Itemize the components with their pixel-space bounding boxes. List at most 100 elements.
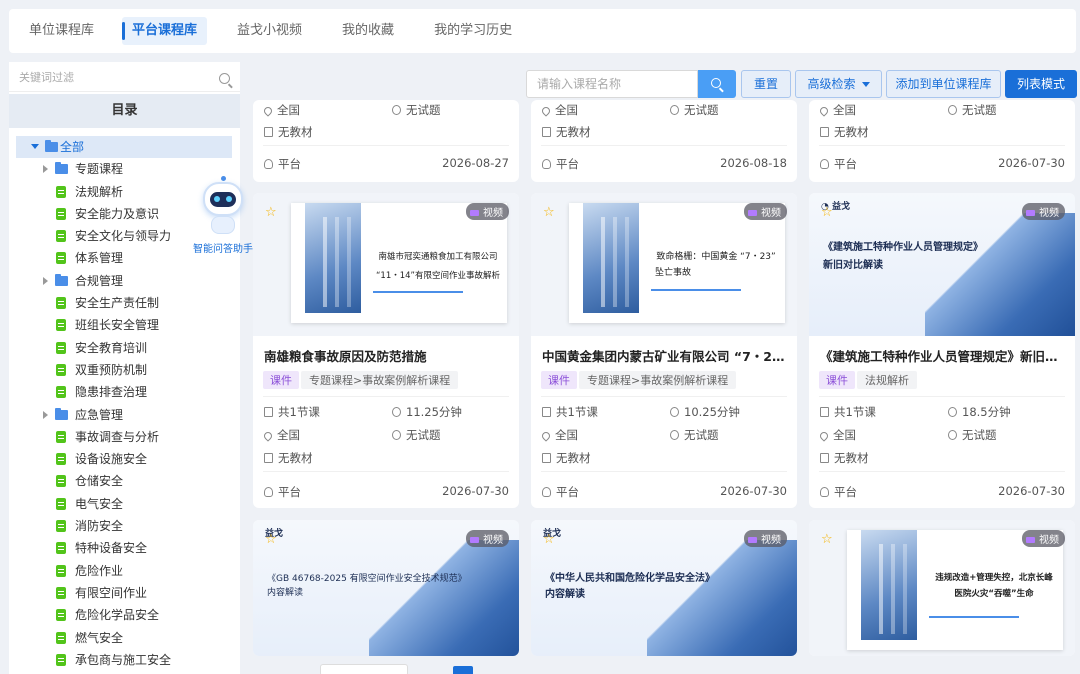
source-value: 平台 bbox=[278, 485, 301, 499]
tree-item-label: 危险化学品安全 bbox=[75, 608, 160, 623]
slide-rule bbox=[651, 289, 741, 291]
course-card[interactable]: 致命格栅：中国黄金 “7・23” 坠亡事故 ☆ 视频 中国黄金集团内蒙古矿业有限… bbox=[531, 193, 797, 508]
tab-history[interactable]: 我的学习历史 bbox=[434, 17, 512, 45]
kind-tag: 课件 bbox=[819, 371, 855, 389]
tree-item[interactable]: 电气安全 bbox=[9, 493, 240, 515]
slide-rule bbox=[373, 291, 463, 293]
course-thumbnail[interactable]: 违规改造+管理失控，北京长峰 医院火灾“吞噬”生命 ☆ 视频 bbox=[809, 520, 1075, 656]
tab-unit-library[interactable]: 单位课程库 bbox=[29, 17, 94, 45]
slide-line: 南雄市冠奕通粮食加工有限公司 bbox=[378, 252, 498, 262]
book-icon bbox=[542, 453, 551, 463]
scope-value: 全国 bbox=[277, 428, 300, 442]
course-tabs: 单位课程库 平台课程库 益戈小视频 我的收藏 我的学习历史 bbox=[9, 9, 1076, 53]
chevron-right-icon[interactable] bbox=[43, 276, 48, 285]
course-search-input[interactable]: 请输入课程名称 bbox=[526, 70, 698, 98]
slide-preview: 致命格栅：中国黄金 “7・23” 坠亡事故 bbox=[569, 203, 785, 323]
course-card[interactable]: 益戈 《GB 46768-2025 有限空间作业安全技术规范》 内容解读 ☆ 视… bbox=[253, 520, 519, 656]
reset-button[interactable]: 重置 bbox=[741, 70, 791, 98]
favorite-star-icon[interactable]: ☆ bbox=[543, 532, 555, 547]
tree-item[interactable]: 消防安全 bbox=[9, 515, 240, 537]
course-thumbnail[interactable]: 益戈 《中华人民共和国危险化学品安全法》 内容解读 ☆ 视频 bbox=[531, 520, 797, 656]
tree-item[interactable]: 安全生产责任制 bbox=[9, 292, 240, 314]
tab-short-videos[interactable]: 益戈小视频 bbox=[237, 17, 302, 45]
tree-item[interactable]: 危险作业 bbox=[9, 560, 240, 582]
course-thumbnail[interactable]: 益戈 《GB 46768-2025 有限空间作业安全技术规范》 内容解读 ☆ 视… bbox=[253, 520, 519, 656]
add-to-unit-library-button[interactable]: 添加到单位课程库 bbox=[886, 70, 1001, 98]
tree-item[interactable]: 仓储安全 bbox=[9, 470, 240, 492]
course-title[interactable]: 《建筑施工特种作业人员管理规定》新旧法规对比解读 bbox=[820, 346, 1066, 365]
tree-item-label: 法规解析 bbox=[75, 184, 124, 199]
chevron-right-icon[interactable] bbox=[43, 165, 48, 174]
favorite-star-icon[interactable]: ☆ bbox=[265, 205, 277, 220]
tree-item-all[interactable]: 全部 bbox=[16, 136, 232, 159]
tree-item-label: 班组长安全管理 bbox=[75, 318, 160, 333]
course-thumbnail[interactable]: 南雄市冠奕通粮食加工有限公司 “11・14”有限空间作业事故解析 ☆ 视频 bbox=[253, 193, 519, 336]
keyword-filter-input[interactable]: 关键词过滤 bbox=[9, 66, 240, 92]
list-mode-button[interactable]: 列表模式 bbox=[1005, 70, 1077, 98]
tree-item[interactable]: 设备设施安全 bbox=[9, 448, 240, 470]
tree-item[interactable]: 事故调查与分析 bbox=[9, 426, 240, 448]
tree-item-label: 承包商与施工安全 bbox=[75, 652, 172, 667]
lessons-value: 共1节课 bbox=[556, 405, 598, 419]
category-path-tag: 专题课程>事故案例解析课程 bbox=[579, 371, 737, 389]
course-card[interactable]: 益戈 《中华人民共和国危险化学品安全法》 内容解读 ☆ 视频 bbox=[531, 520, 797, 656]
advanced-search-button[interactable]: 高级检索 bbox=[795, 70, 882, 98]
chevron-down-icon[interactable] bbox=[31, 144, 39, 149]
course-card-partial[interactable]: 全国 无试题 无教材 平台 2026-08-27 bbox=[253, 100, 519, 182]
course-card[interactable]: 违规改造+管理失控，北京长峰 医院火灾“吞噬”生命 ☆ 视频 bbox=[809, 520, 1075, 656]
document-icon bbox=[56, 520, 66, 533]
building-image bbox=[369, 540, 519, 656]
book-icon bbox=[820, 127, 829, 137]
tree-item-label: 专题课程 bbox=[75, 162, 124, 177]
current-page-button[interactable] bbox=[453, 666, 473, 674]
search-button[interactable] bbox=[698, 70, 736, 98]
assistant-label[interactable]: 智能问答助手 bbox=[193, 240, 253, 255]
video-badge: 视频 bbox=[744, 203, 787, 220]
tree-item[interactable]: 承包商与施工安全 bbox=[9, 649, 240, 671]
divider bbox=[541, 471, 787, 472]
document-icon bbox=[56, 653, 66, 666]
course-card-partial[interactable]: 全国 无试题 无教材 平台 2026-08-18 bbox=[531, 100, 797, 182]
source-value: 平台 bbox=[556, 485, 579, 499]
course-card[interactable]: ◔ 益戈 《建筑施工特种作业人员管理规定》 新旧对比解读 ☆ 视频 《建筑施工特… bbox=[809, 193, 1075, 508]
clock-icon bbox=[670, 407, 679, 417]
duration-value: 10.25分钟 bbox=[684, 405, 740, 419]
divider bbox=[263, 396, 509, 397]
tree-item[interactable]: 班组长安全管理 bbox=[9, 314, 240, 336]
favorite-star-icon[interactable]: ☆ bbox=[821, 205, 833, 220]
course-card[interactable]: 南雄市冠奕通粮食加工有限公司 “11・14”有限空间作业事故解析 ☆ 视频 南雄… bbox=[253, 193, 519, 508]
lessons-icon bbox=[820, 407, 829, 417]
course-title[interactable]: 中国黄金集团内蒙古矿业有限公司 “7・23”坠亡事故 bbox=[542, 346, 788, 365]
person-icon bbox=[264, 159, 273, 169]
tree-item[interactable]: 危险化学品安全 bbox=[9, 604, 240, 626]
tab-platform-library[interactable]: 平台课程库 bbox=[122, 17, 208, 45]
exam-value: 无试题 bbox=[684, 103, 719, 117]
course-card-partial[interactable]: 全国 无试题 无教材 平台 2026-07-30 bbox=[809, 100, 1075, 182]
tree-item[interactable]: 双重预防机制 bbox=[9, 359, 240, 381]
tree-item-label: 隐患排查治理 bbox=[75, 385, 148, 400]
tree-item-label: 合规管理 bbox=[75, 273, 124, 288]
course-thumbnail[interactable]: ◔ 益戈 《建筑施工特种作业人员管理规定》 新旧对比解读 ☆ 视频 bbox=[809, 193, 1075, 336]
favorite-star-icon[interactable]: ☆ bbox=[821, 532, 833, 547]
favorite-star-icon[interactable]: ☆ bbox=[543, 205, 555, 220]
location-icon bbox=[540, 105, 552, 117]
chevron-right-icon[interactable] bbox=[43, 410, 48, 419]
course-thumbnail[interactable]: 致命格栅：中国黄金 “7・23” 坠亡事故 ☆ 视频 bbox=[531, 193, 797, 336]
tree-item[interactable]: 合规管理 bbox=[9, 270, 240, 292]
tree-item[interactable]: 安全教育培训 bbox=[9, 337, 240, 359]
robot-body-icon bbox=[211, 216, 235, 234]
tree-item[interactable]: 特种设备安全 bbox=[9, 537, 240, 559]
badge-label: 视频 bbox=[761, 535, 781, 546]
person-icon bbox=[264, 487, 273, 497]
tree-item[interactable]: 应急管理 bbox=[9, 404, 240, 426]
page-size-select[interactable] bbox=[320, 664, 408, 674]
assistant-robot[interactable]: 智能问答助手 bbox=[193, 176, 255, 256]
tree-item[interactable]: 有限空间作业 bbox=[9, 582, 240, 604]
card-date: 2026-07-30 bbox=[442, 484, 509, 498]
favorite-star-icon[interactable]: ☆ bbox=[265, 532, 277, 547]
tree-item[interactable]: 隐患排查治理 bbox=[9, 381, 240, 403]
tree-item[interactable]: 燃气安全 bbox=[9, 627, 240, 649]
course-title[interactable]: 南雄粮食事故原因及防范措施 bbox=[264, 346, 510, 365]
tab-favorites[interactable]: 我的收藏 bbox=[342, 17, 394, 45]
slide-line: 内容解读 bbox=[267, 588, 304, 598]
